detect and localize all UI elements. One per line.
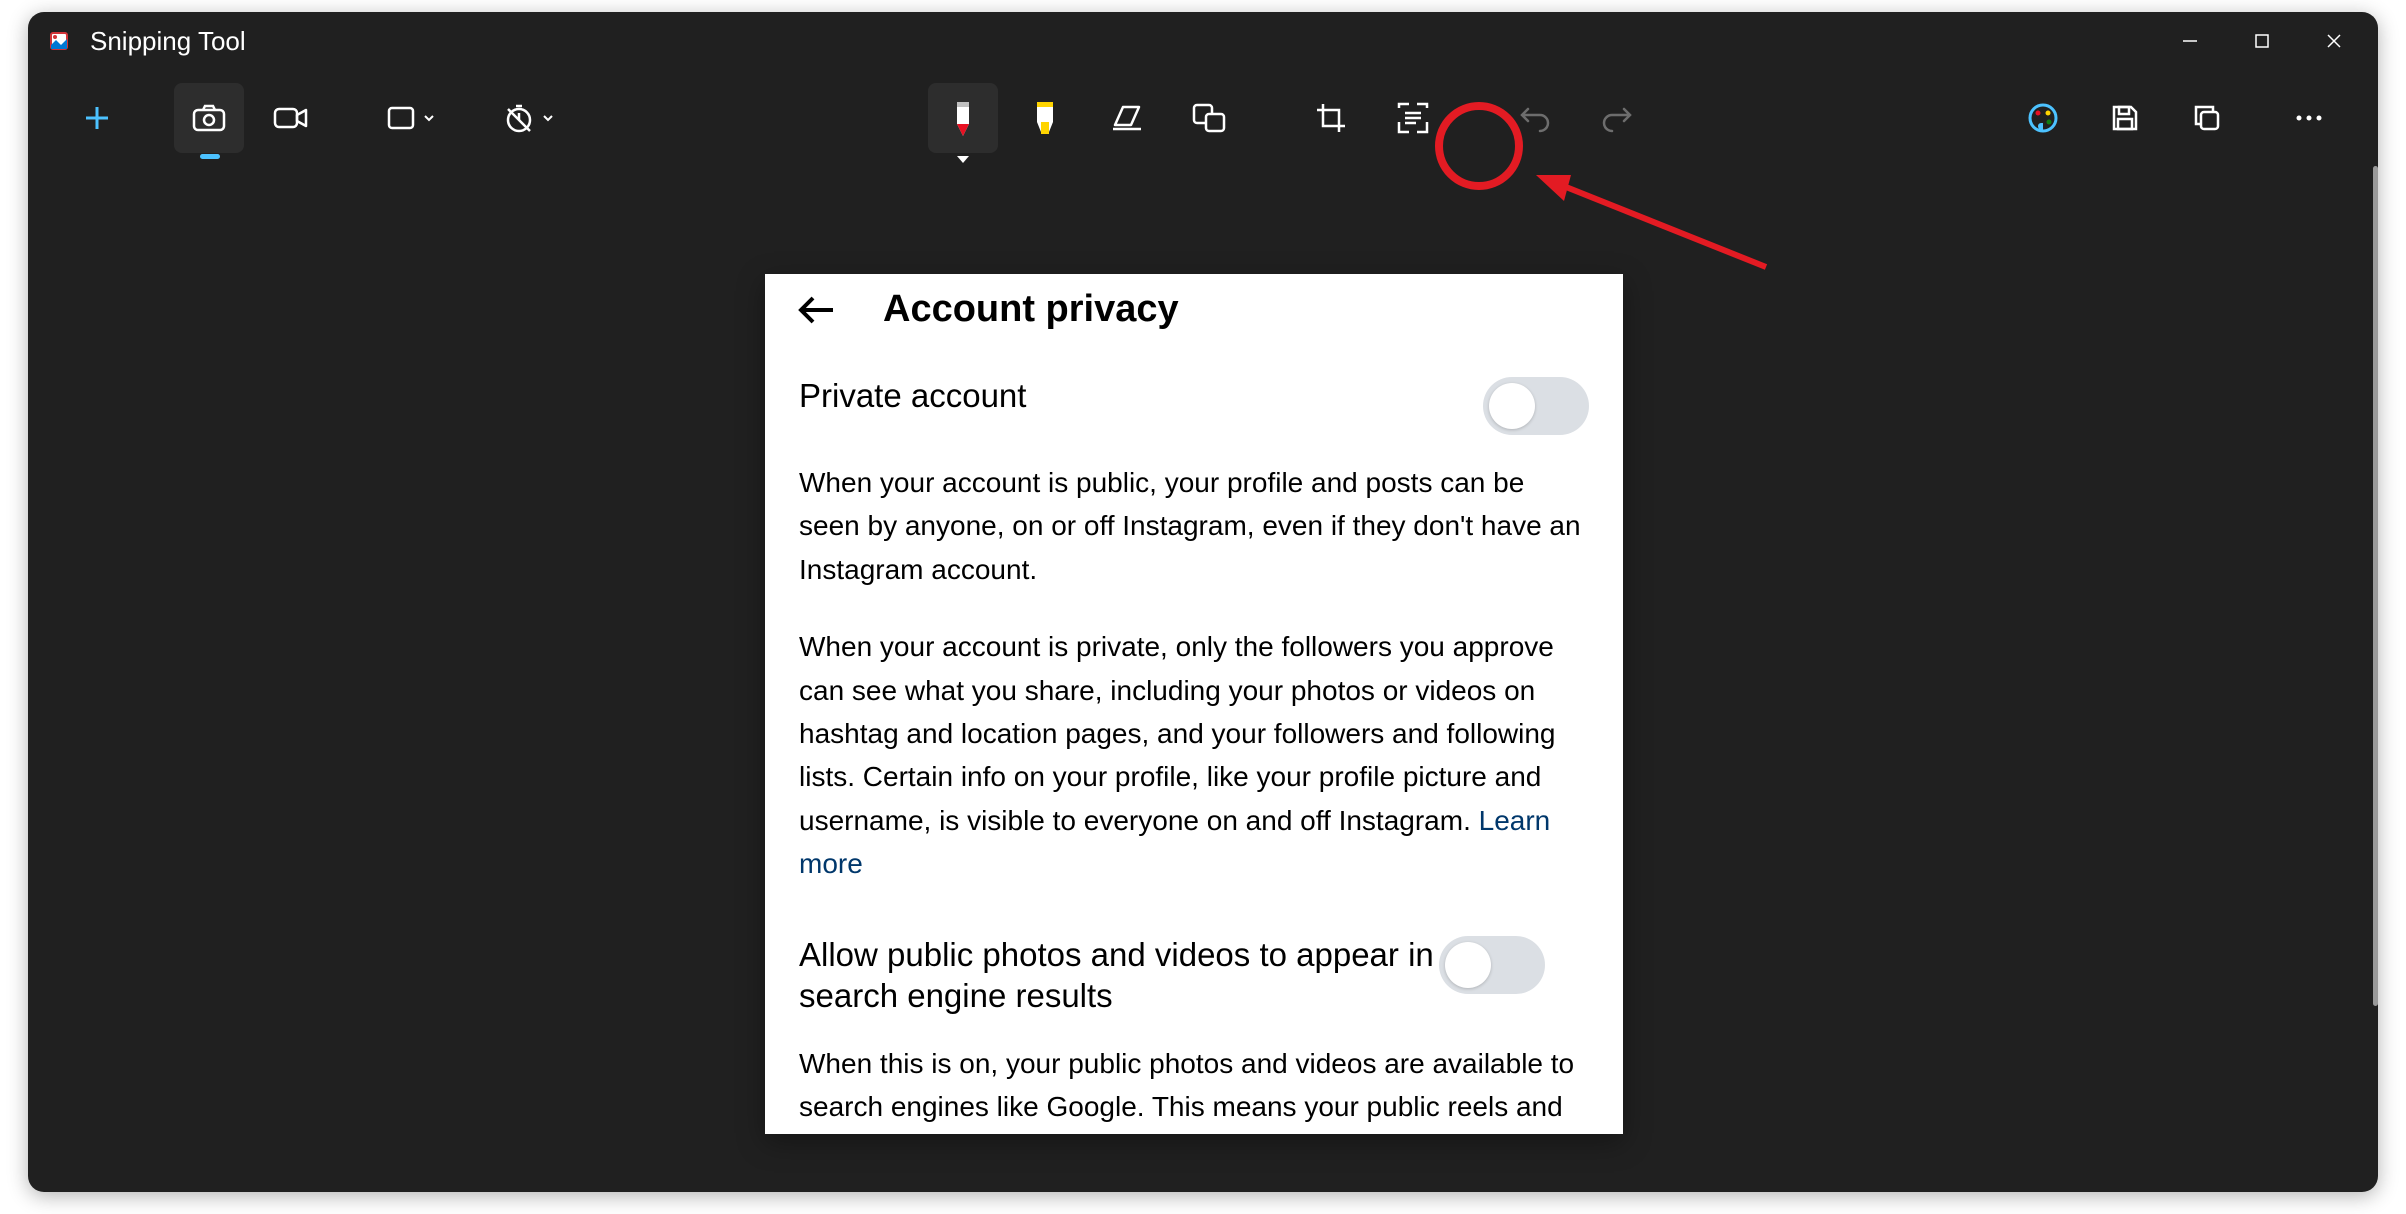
redo-button[interactable]: [1582, 83, 1652, 153]
highlighter-tool-button[interactable]: [1010, 83, 1080, 153]
window-title: Snipping Tool: [90, 26, 2154, 57]
window-controls: [2154, 12, 2370, 70]
video-mode-button[interactable]: [256, 83, 326, 153]
search-engine-toggle[interactable]: [1439, 936, 1545, 994]
new-snip-button[interactable]: [62, 83, 132, 153]
snip-shape-dropdown[interactable]: [368, 83, 454, 153]
toggle-knob: [1489, 383, 1535, 429]
maximize-button[interactable]: [2226, 12, 2298, 70]
private-account-description: When your account is public, your profil…: [765, 441, 1623, 924]
search-engine-description: When this is on, your public photos and …: [765, 1022, 1623, 1134]
private-account-title: Private account: [799, 375, 1483, 416]
copy-button[interactable]: [2172, 83, 2242, 153]
pen-tool-button[interactable]: [928, 83, 998, 153]
scrollbar-thumb[interactable]: [2373, 166, 2378, 1006]
search-engine-para1: When this is on, your public photos and …: [799, 1042, 1589, 1134]
paint-edit-button[interactable]: [2008, 83, 2078, 153]
panel-header: Account privacy: [765, 274, 1623, 353]
scrollbar[interactable]: [2372, 166, 2378, 1192]
private-account-para1: When your account is public, your profil…: [799, 461, 1589, 591]
panel-title: Account privacy: [883, 288, 1179, 331]
account-privacy-panel: Account privacy Private account When you…: [765, 274, 1623, 1134]
canvas-area: Account privacy Private account When you…: [28, 166, 2372, 1192]
private-account-toggle[interactable]: [1483, 377, 1589, 435]
toolbar: [28, 70, 2378, 166]
minimize-button[interactable]: [2154, 12, 2226, 70]
search-engine-row: Allow public photos and videos to appear…: [765, 924, 1623, 1023]
text-actions-button[interactable]: [1378, 83, 1448, 153]
undo-button[interactable]: [1500, 83, 1570, 153]
eraser-tool-button[interactable]: [1092, 83, 1162, 153]
app-icon: [46, 28, 72, 54]
more-options-button[interactable]: [2274, 83, 2344, 153]
delay-dropdown[interactable]: [486, 83, 572, 153]
private-account-para2: When your account is private, only the f…: [799, 625, 1589, 885]
snipping-tool-window: Snipping Tool: [28, 12, 2378, 1192]
save-button[interactable]: [2090, 83, 2160, 153]
titlebar: Snipping Tool: [28, 12, 2378, 70]
crop-tool-button[interactable]: [1296, 83, 1366, 153]
close-button[interactable]: [2298, 12, 2370, 70]
screenshot-mode-button[interactable]: [174, 83, 244, 153]
shapes-tool-button[interactable]: [1174, 83, 1244, 153]
toggle-knob: [1445, 942, 1491, 988]
back-arrow-icon[interactable]: [795, 293, 835, 327]
private-account-row: Private account: [765, 353, 1623, 441]
search-engine-title: Allow public photos and videos to appear…: [799, 934, 1439, 1017]
